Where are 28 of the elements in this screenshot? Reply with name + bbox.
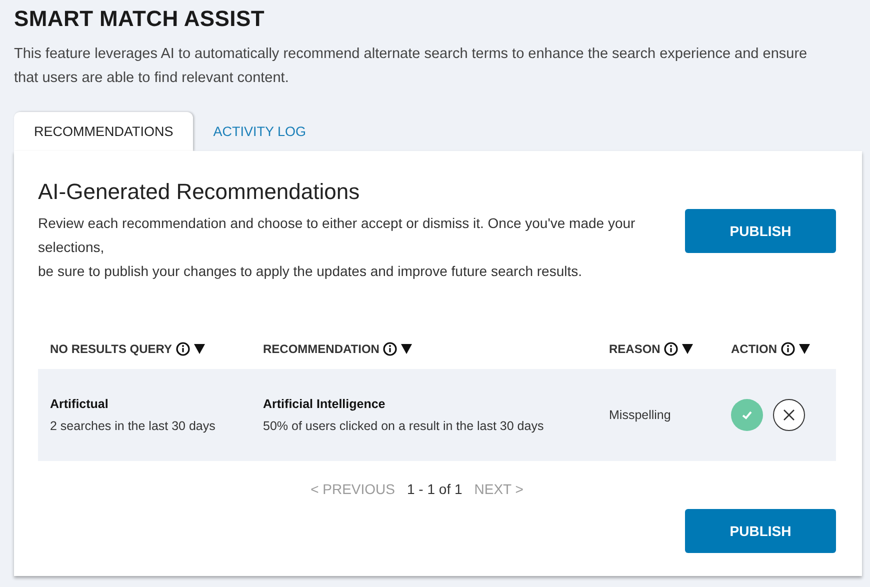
column-header: REASON [609, 342, 660, 356]
page-range: 1 - 1 of 1 [407, 481, 462, 497]
reason-text: Misspelling [609, 408, 672, 422]
publish-button[interactable]: PUBLISH [685, 209, 836, 253]
publish-button[interactable]: PUBLISH [685, 509, 836, 553]
page-title: SMART MATCH ASSIST [14, 6, 266, 32]
recommendation-detail: 50% of users clicked on a result in the last 30 days [263, 419, 545, 433]
query-detail: 2 searches in the last 30 days [50, 419, 216, 433]
tab[interactable]: ACTIVITY LOG [193, 112, 326, 151]
section-heading: AI-Generated Recommendations [38, 179, 361, 205]
info-icon[interactable] [781, 342, 795, 356]
close-icon [783, 409, 795, 421]
column-header: ACTION [731, 342, 777, 356]
page-description: This feature leverages AI to automatically recommend alternate search terms to enhance the search experience and ensure that users are able to find relevant content. [14, 45, 808, 88]
column-header: NO RESULTS QUERY [50, 342, 172, 356]
info-icon[interactable] [664, 342, 678, 356]
recommended-term: Artificial Intelligence [263, 397, 386, 411]
sort-caret-icon[interactable] [194, 344, 206, 354]
section-intro: Review each recommendation and choose to either accept or dismiss it. Once you've made your selections, be sure to publish your changes to apply the updates and improve future search results. [38, 214, 636, 281]
info-icon[interactable] [176, 342, 190, 356]
sort-caret-icon[interactable] [401, 344, 412, 354]
dismiss-button[interactable] [773, 399, 805, 431]
column-header: RECOMMENDATION [263, 342, 380, 356]
sort-caret-icon[interactable] [682, 344, 694, 354]
query-term: Artifictual [50, 397, 110, 411]
info-icon[interactable] [383, 342, 398, 356]
sort-caret-icon[interactable] [799, 344, 810, 354]
tab[interactable]: RECOMMENDATIONS [14, 112, 194, 151]
